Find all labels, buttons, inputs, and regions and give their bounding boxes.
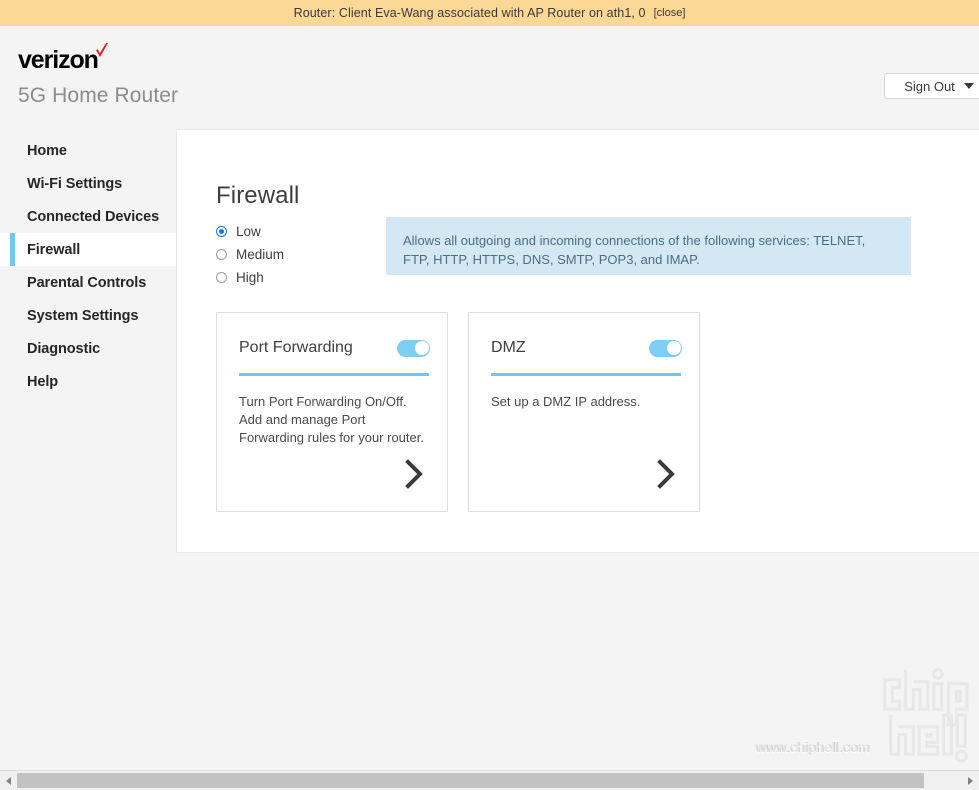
card-divider [239,373,429,376]
verizon-checkmark-icon [95,43,108,57]
horizontal-scrollbar[interactable] [0,770,979,790]
chiphell-logo-icon [883,667,969,763]
radio-option-high[interactable]: High [216,266,366,288]
sidebar-item-help[interactable]: Help [0,365,176,398]
sidebar-item-firewall[interactable]: Firewall [0,233,176,266]
page-header: verizon 5G Home Router Sign Out [0,26,979,129]
sidebar-item-label: Help [27,373,59,390]
card-dmz[interactable]: DMZ Set up a DMZ IP address. [468,312,700,512]
sidebar-item-label: Wi-Fi Settings [27,175,123,192]
card-divider [491,373,681,376]
sidebar-item-parental-controls[interactable]: Parental Controls [0,266,176,299]
card-title: Port Forwarding [239,339,353,356]
radio-label: High [236,269,264,285]
sidebar-item-label: Parental Controls [27,274,147,291]
card-description: Set up a DMZ IP address. [491,394,641,409]
scrollbar-track[interactable] [17,773,962,788]
sidebar-item-label: Connected Devices [27,208,160,225]
scrollbar-thumb[interactable] [17,773,925,788]
sidebar-item-diagnostic[interactable]: Diagnostic [0,332,176,365]
triangle-left-icon [6,776,11,785]
chiphell-watermark: www.chiphell.com [740,662,979,772]
notification-banner: Router: Client Eva-Wang associated with … [0,0,979,26]
notification-banner-text: Router: Client Eva-Wang associated with … [293,6,646,20]
verizon-wordmark: verizon [18,46,99,74]
firewall-level-radio-group: Low Medium High [216,220,366,289]
port-forwarding-toggle[interactable] [397,339,430,357]
sign-out-button[interactable]: Sign Out [884,73,979,99]
sidebar-item-label: Firewall [27,241,81,258]
radio-icon [216,271,227,283]
brand-block: verizon 5G Home Router [18,43,179,108]
product-name: 5G Home Router [18,84,179,107]
chevron-right-icon[interactable] [656,459,678,489]
card-port-forwarding[interactable]: Port Forwarding Turn Port Forwarding On/… [216,312,448,512]
card-header: DMZ [491,339,682,357]
radio-label: Low [236,223,261,239]
sidebar-item-label: Home [27,142,67,159]
chevron-down-icon [963,83,974,89]
main-content-panel: Firewall Low Medium High Allows all outg… [176,129,979,553]
radio-option-medium[interactable]: Medium [216,243,366,265]
router-admin-page: Router: Client Eva-Wang associated with … [0,0,979,790]
watermark-url-text: www.chiphell.com [755,739,870,755]
scroll-right-arrow-icon[interactable] [962,772,979,790]
sign-out-label: Sign Out [904,78,955,94]
radio-icon [216,225,227,237]
sidebar-item-system-settings[interactable]: System Settings [0,299,176,332]
sidebar-item-connected-devices[interactable]: Connected Devices [0,200,176,233]
sidebar-nav: Home Wi-Fi Settings Connected Devices Fi… [0,129,176,769]
card-header: Port Forwarding [239,339,430,357]
radio-icon [216,248,227,260]
toggle-knob [666,341,681,355]
radio-label: Medium [236,246,285,262]
page-title: Firewall [216,182,300,209]
toggle-knob [414,341,429,355]
card-description: Turn Port Forwarding On/Off. Add and man… [239,394,424,445]
firewall-level-info-box: Allows all outgoing and incoming connect… [386,217,911,275]
chevron-right-icon[interactable] [404,459,426,489]
sidebar-item-label: System Settings [27,307,139,324]
sidebar-item-wifi-settings[interactable]: Wi-Fi Settings [0,167,176,200]
triangle-right-icon [968,776,973,785]
verizon-logo: verizon [18,43,108,74]
sidebar-item-label: Diagnostic [27,340,101,357]
scroll-left-arrow-icon[interactable] [0,772,17,790]
radio-option-low[interactable]: Low [216,220,366,242]
sidebar-item-home[interactable]: Home [0,134,176,167]
card-title: DMZ [491,339,526,356]
dmz-toggle[interactable] [649,339,682,357]
info-box-text: Allows all outgoing and incoming connect… [403,233,866,267]
notification-close-link[interactable]: [close] [654,7,686,19]
